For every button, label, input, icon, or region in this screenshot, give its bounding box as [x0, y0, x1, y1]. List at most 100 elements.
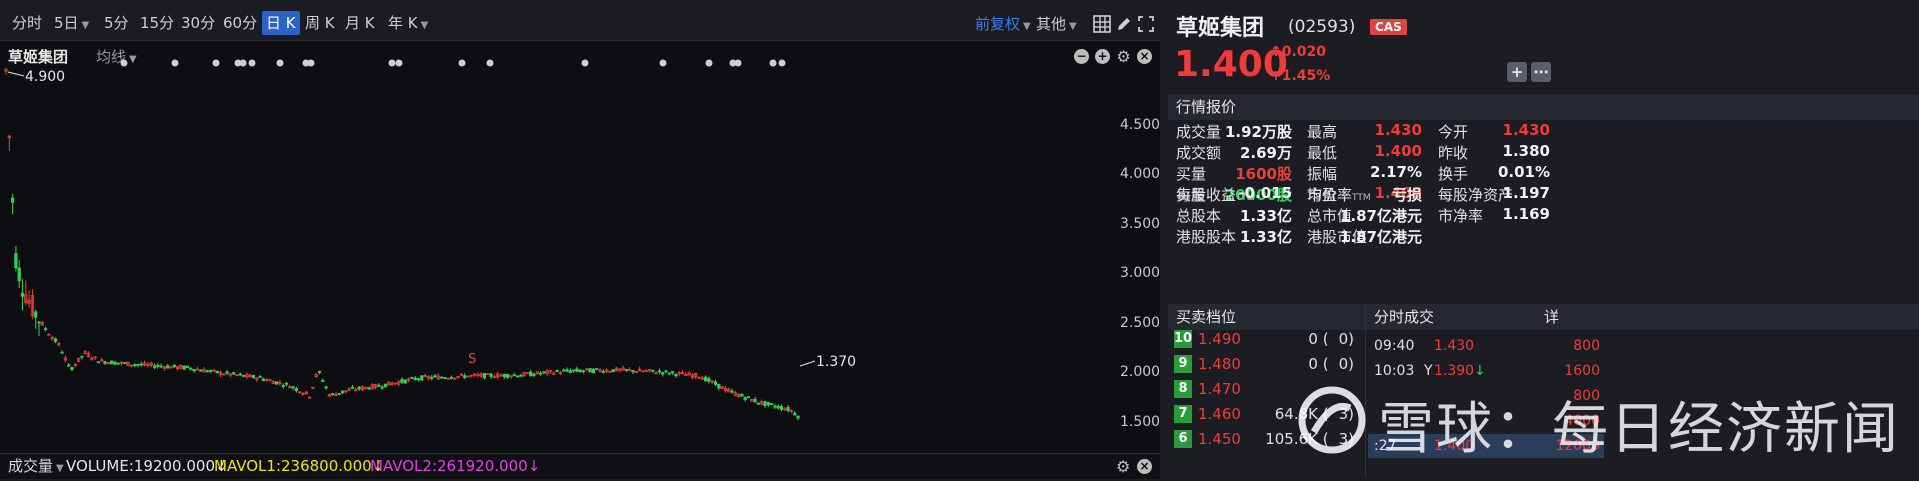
- candle-body: [261, 378, 266, 381]
- adjust-select[interactable]: 前复权 ▼: [975, 12, 1031, 39]
- candle-body: [70, 367, 74, 371]
- period-tab[interactable]: 15分: [140, 11, 174, 35]
- other-select[interactable]: 其他 ▼: [1036, 12, 1077, 39]
- candle-body: [793, 412, 797, 416]
- period-tab[interactable]: 周 K: [305, 11, 335, 35]
- event-marker[interactable]: [581, 59, 589, 67]
- quote-label: 成交额: [1176, 144, 1222, 162]
- candle-body: [611, 369, 615, 373]
- chevron-down-icon: ▼: [1069, 21, 1077, 32]
- ma-indicator-select[interactable]: 均线 ▼: [96, 46, 137, 67]
- volume-indicator-bar: 成交量 ▼ VOLUME:19200.000↓ MAVOL1:236800.000…: [0, 453, 1160, 479]
- level-number: 6: [1174, 430, 1192, 448]
- candle-body: [773, 405, 777, 408]
- candle-body: [674, 373, 678, 377]
- period-tab[interactable]: 5分: [104, 11, 129, 35]
- candle-body: [185, 365, 190, 368]
- period-tab[interactable]: 月 K: [345, 11, 375, 35]
- candle-body: [713, 381, 718, 385]
- candle-body: [420, 375, 424, 381]
- candle-body: [37, 321, 41, 324]
- event-marker[interactable]: [171, 59, 179, 67]
- period-tab[interactable]: 日 K: [262, 11, 300, 35]
- zoom-in-icon[interactable]: +: [1095, 49, 1110, 64]
- candle-body: [707, 378, 711, 382]
- candle-body: [294, 388, 299, 391]
- panel-divider: [1365, 304, 1366, 478]
- event-marker[interactable]: [458, 59, 466, 67]
- gear-icon[interactable]: ⚙: [1116, 454, 1130, 479]
- candle-body: [770, 403, 774, 405]
- candlestick-chart[interactable]: 4.900 1.370 S: [0, 59, 1105, 453]
- candle-body: [20, 292, 25, 297]
- period-tab[interactable]: 30分: [181, 11, 215, 35]
- period-tab[interactable]: 分时: [12, 11, 42, 35]
- candle-body: [766, 402, 770, 406]
- event-marker[interactable]: [239, 59, 247, 67]
- event-marker[interactable]: [734, 59, 742, 67]
- mavol1-value: MAVOL1:236800.000↓: [214, 457, 385, 475]
- candle-body: [779, 406, 784, 410]
- candle-body: [380, 386, 384, 389]
- quote-label: 换手: [1438, 165, 1469, 183]
- event-marker[interactable]: [705, 59, 713, 67]
- candle-body: [591, 368, 596, 374]
- candle-body: [172, 364, 176, 368]
- quote-value: 0.01%: [1497, 163, 1550, 181]
- candle-body: [80, 355, 84, 358]
- event-marker[interactable]: [778, 59, 786, 67]
- event-marker[interactable]: [769, 59, 777, 67]
- period-tab[interactable]: 5日 ▼: [54, 11, 89, 35]
- candle-body: [281, 385, 285, 387]
- volume-indicator-select[interactable]: 成交量 ▼: [8, 454, 64, 481]
- candle-body: [631, 370, 635, 373]
- draw-pen-icon[interactable]: [1115, 15, 1133, 33]
- candle-body: [208, 369, 213, 372]
- grid-icon[interactable]: [1093, 15, 1111, 33]
- quote-value: 1.380: [1502, 142, 1550, 160]
- period-tab[interactable]: 60分: [223, 11, 257, 35]
- gear-icon[interactable]: ⚙: [1116, 49, 1131, 65]
- candle-body: [413, 377, 417, 381]
- stock-code: (02593): [1288, 17, 1356, 37]
- event-marker[interactable]: [395, 59, 403, 67]
- candle-body: [44, 328, 48, 331]
- candle-body: [756, 402, 761, 405]
- candle-body: [136, 364, 140, 366]
- level-volume: 0 (0): [1308, 355, 1354, 373]
- quote-label: 今开: [1438, 123, 1469, 141]
- quote-label: 最高: [1307, 123, 1338, 141]
- candle-body: [324, 386, 328, 389]
- add-watchlist-button[interactable]: +: [1507, 62, 1527, 82]
- level-volume: 0 (0): [1308, 330, 1354, 348]
- quote-value: 2.17%: [1369, 163, 1422, 181]
- close-icon[interactable]: ×: [1137, 49, 1152, 64]
- event-marker[interactable]: [659, 59, 667, 67]
- trade-row: 4000: [1564, 413, 1600, 429]
- candle-body: [17, 267, 21, 282]
- candle-body: [113, 361, 117, 365]
- candle-body: [116, 362, 120, 365]
- fullscreen-icon[interactable]: [1137, 15, 1155, 33]
- candle-body: [740, 393, 744, 397]
- event-marker[interactable]: [276, 59, 284, 67]
- event-marker[interactable]: [388, 59, 396, 67]
- candle-body: [562, 369, 566, 372]
- more-button[interactable]: ⋯: [1531, 62, 1551, 82]
- period-tab[interactable]: 年 K ▼: [388, 11, 428, 35]
- candle-body: [123, 362, 127, 364]
- chart-panel: 前复权 ▼ 其他 ▼ 分时 5日 ▼ 5分 15分 30分 60分日 K周 K 月 K 年 K ▼ 草…: [0, 0, 1161, 479]
- quote-label: 成交量: [1176, 123, 1222, 141]
- event-marker[interactable]: [120, 59, 128, 67]
- candle-body: [515, 375, 520, 378]
- event-marker[interactable]: [486, 59, 494, 67]
- zoom-out-icon[interactable]: −: [1074, 49, 1089, 64]
- level-price: 1.450: [1198, 430, 1241, 448]
- candle-body: [486, 373, 490, 375]
- candle-body: [284, 382, 289, 385]
- event-marker[interactable]: [248, 59, 256, 67]
- event-marker[interactable]: [212, 59, 220, 67]
- close-icon[interactable]: ×: [1137, 459, 1152, 474]
- y-tick-label: 3.500: [1120, 215, 1161, 232]
- event-marker[interactable]: [307, 59, 315, 67]
